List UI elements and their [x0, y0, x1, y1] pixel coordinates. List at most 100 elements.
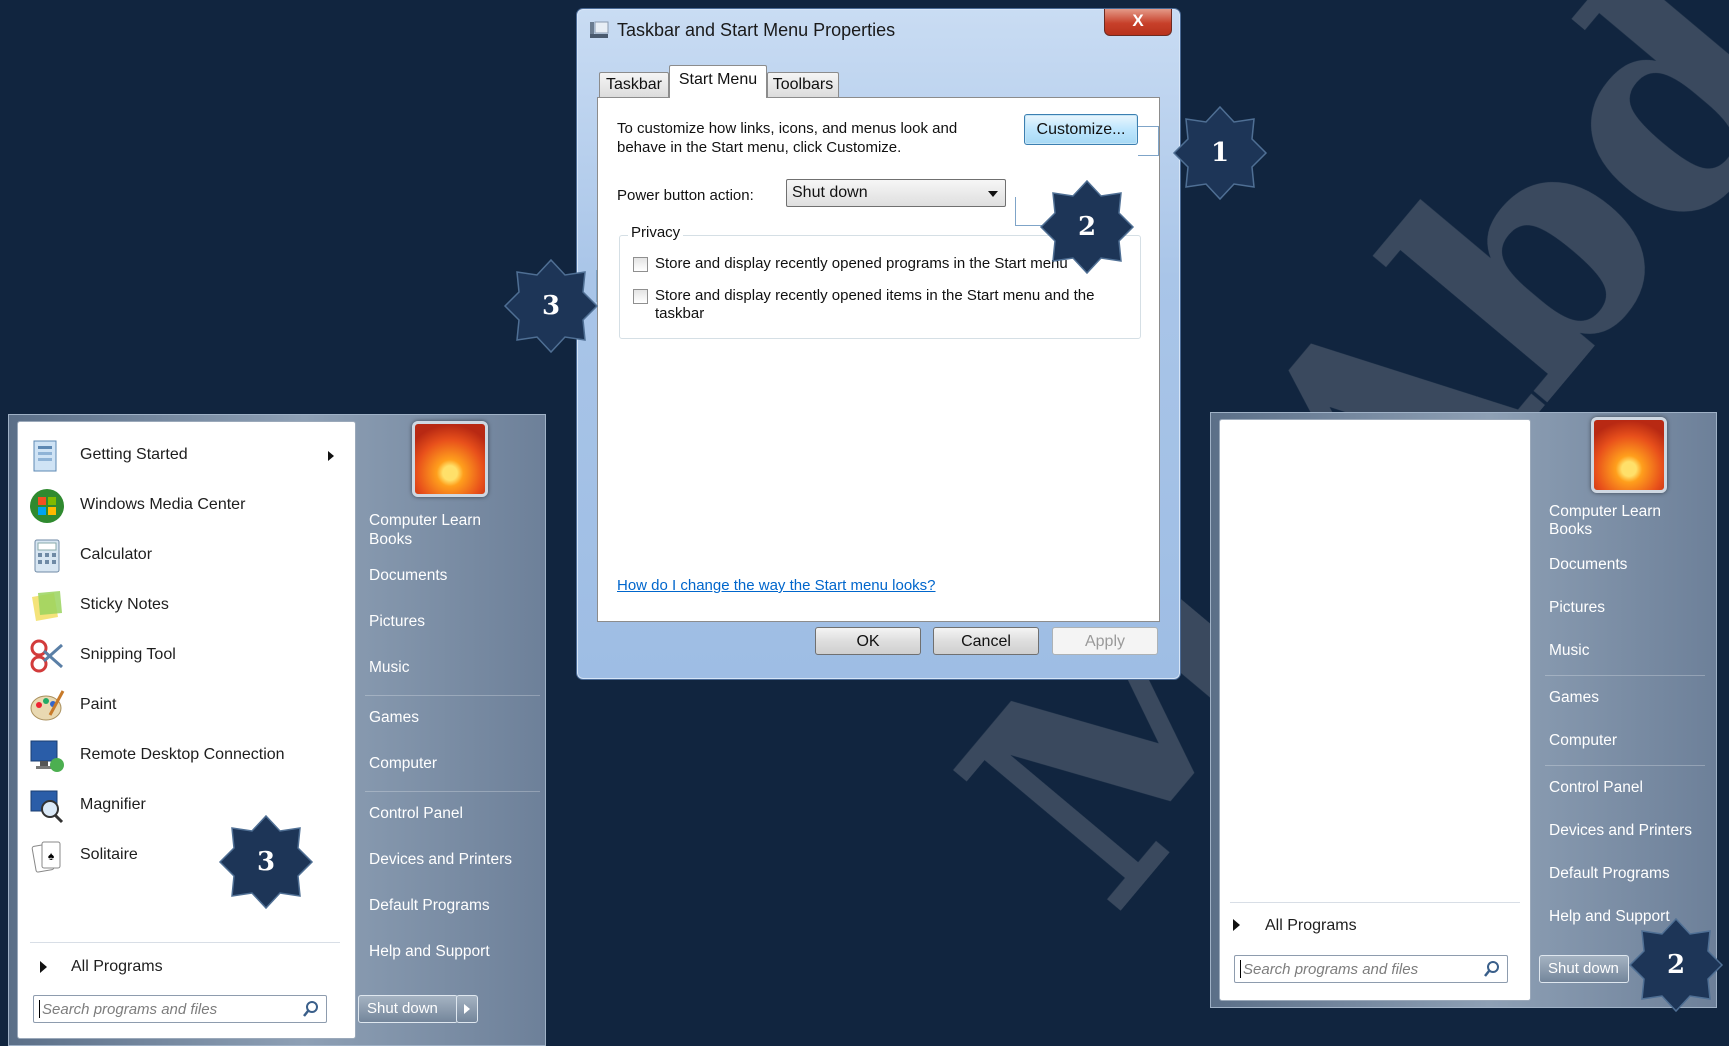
divider — [1230, 902, 1520, 903]
cancel-button[interactable]: Cancel — [933, 627, 1039, 655]
sticky-notes-icon — [32, 591, 62, 621]
all-programs-item[interactable]: All Programs — [1230, 912, 1520, 942]
power-button-dropdown[interactable]: Shut down — [786, 179, 1006, 207]
devices-printers-link[interactable]: Devices and Printers — [369, 851, 512, 869]
user-avatar[interactable] — [412, 421, 488, 497]
chevron-down-icon — [988, 191, 998, 197]
program-label: Windows Media Center — [80, 496, 246, 513]
close-button[interactable]: X — [1104, 9, 1172, 36]
default-programs-link[interactable]: Default Programs — [369, 897, 490, 915]
control-panel-link[interactable]: Control Panel — [369, 805, 463, 823]
divider — [365, 695, 540, 696]
music-link[interactable]: Music — [1549, 642, 1589, 660]
all-programs-item[interactable]: All Programs — [28, 952, 348, 982]
all-programs-label: All Programs — [1265, 917, 1357, 934]
callout-3-start-menu: 3 — [218, 814, 314, 910]
control-panel-link[interactable]: Control Panel — [1549, 779, 1643, 797]
text-caret — [1240, 960, 1241, 978]
computer-link[interactable]: Computer — [1549, 732, 1617, 750]
recent-items-checkbox[interactable] — [633, 289, 648, 304]
games-link[interactable]: Games — [369, 709, 419, 727]
all-programs-label: All Programs — [71, 958, 163, 975]
search-placeholder: Search programs and files — [42, 1001, 218, 1018]
callout-number: 3 — [541, 291, 561, 321]
recent-items-label: Store and display recently opened items … — [655, 287, 1095, 322]
divider — [30, 942, 340, 943]
shutdown-button[interactable]: Shut down — [358, 995, 458, 1023]
callout-number: 3 — [256, 847, 276, 877]
program-label: Magnifier — [80, 796, 146, 813]
programs-pane: Getting Started Windows Media Center Cal… — [17, 421, 356, 1039]
callout-1-connector — [1138, 126, 1159, 156]
documents-link[interactable]: Documents — [369, 567, 447, 585]
pictures-link[interactable]: Pictures — [1549, 599, 1605, 617]
callout-number: 2 — [1666, 950, 1686, 980]
power-button-value: Shut down — [792, 184, 868, 201]
close-icon: X — [1132, 11, 1144, 30]
program-item[interactable]: Snipping Tool — [28, 634, 338, 678]
shutdown-options-button[interactable] — [456, 995, 478, 1023]
expand-arrow-icon — [40, 961, 47, 973]
ok-button[interactable]: OK — [815, 627, 921, 655]
search-placeholder: Search programs and files — [1243, 961, 1419, 978]
submenu-arrow-icon — [328, 451, 334, 461]
privacy-title: Privacy — [628, 224, 684, 241]
svg-text:♠: ♠ — [48, 849, 55, 863]
program-item[interactable]: Windows Media Center — [28, 484, 338, 528]
documents-link[interactable]: Documents — [1549, 556, 1627, 574]
calculator-icon — [34, 539, 60, 573]
start-menu-left: Getting Started Windows Media Center Cal… — [8, 414, 546, 1046]
program-label: Sticky Notes — [80, 596, 169, 613]
getting-started-icon — [33, 440, 57, 472]
program-item[interactable]: Sticky Notes — [28, 584, 338, 628]
program-label: Solitaire — [80, 846, 138, 863]
tab-taskbar[interactable]: Taskbar — [599, 72, 669, 97]
user-avatar[interactable] — [1591, 417, 1667, 493]
program-item[interactable]: Getting Started — [28, 434, 338, 478]
recent-programs-label: Store and display recently opened progra… — [655, 255, 1068, 272]
remote-desktop-icon — [30, 740, 64, 772]
tab-toolbars[interactable]: Toolbars — [767, 72, 839, 97]
program-item[interactable]: Paint — [28, 684, 338, 728]
tab-start-menu[interactable]: Start Menu — [669, 65, 767, 98]
recent-programs-checkbox[interactable] — [633, 257, 648, 272]
program-item[interactable]: Remote Desktop Connection — [28, 734, 338, 778]
search-icon — [1484, 961, 1499, 977]
pictures-link[interactable]: Pictures — [369, 613, 425, 631]
devices-printers-link[interactable]: Devices and Printers — [1549, 822, 1692, 840]
customize-button[interactable]: Customize... — [1024, 114, 1138, 145]
apply-button[interactable]: Apply — [1052, 627, 1158, 655]
callout-2-start-menu: 2 — [1628, 917, 1724, 1013]
callout-3-connector — [596, 270, 633, 302]
program-item[interactable]: Calculator — [28, 534, 338, 578]
music-link[interactable]: Music — [369, 659, 409, 677]
shutdown-button[interactable]: Shut down — [1539, 955, 1629, 983]
search-icon — [303, 1001, 318, 1017]
help-support-link[interactable]: Help and Support — [369, 943, 490, 961]
snipping-tool-icon — [30, 639, 63, 673]
program-label: Remote Desktop Connection — [80, 746, 285, 763]
customize-description: To customize how links, icons, and menus… — [617, 120, 958, 156]
program-label: Getting Started — [80, 446, 188, 463]
computer-link[interactable]: Computer — [369, 755, 437, 773]
divider — [1545, 675, 1705, 676]
search-input[interactable]: Search programs and files — [1234, 955, 1508, 983]
power-button-label: Power button action: — [617, 187, 754, 204]
divider — [365, 791, 540, 792]
callout-2: 2 — [1039, 179, 1135, 275]
games-link[interactable]: Games — [1549, 689, 1599, 707]
callout-1: 1 — [1172, 105, 1268, 201]
help-link[interactable]: How do I change the way the Start menu l… — [617, 577, 936, 594]
expand-arrow-icon — [1233, 919, 1240, 931]
callout-number: 2 — [1077, 212, 1097, 242]
user-folder-link[interactable]: Computer Learn Books — [1549, 503, 1689, 539]
program-label: Snipping Tool — [80, 646, 176, 663]
user-folder-link[interactable]: Computer Learn Books — [369, 511, 509, 549]
callout-number: 1 — [1210, 138, 1230, 168]
callout-3: 3 — [503, 258, 599, 354]
search-input[interactable]: Search programs and files — [33, 995, 327, 1023]
divider — [1545, 765, 1705, 766]
default-programs-link[interactable]: Default Programs — [1549, 865, 1670, 883]
start-menu-panel: To customize how links, icons, and menus… — [597, 97, 1160, 622]
properties-dialog: Taskbar and Start Menu Properties X Task… — [576, 8, 1181, 680]
